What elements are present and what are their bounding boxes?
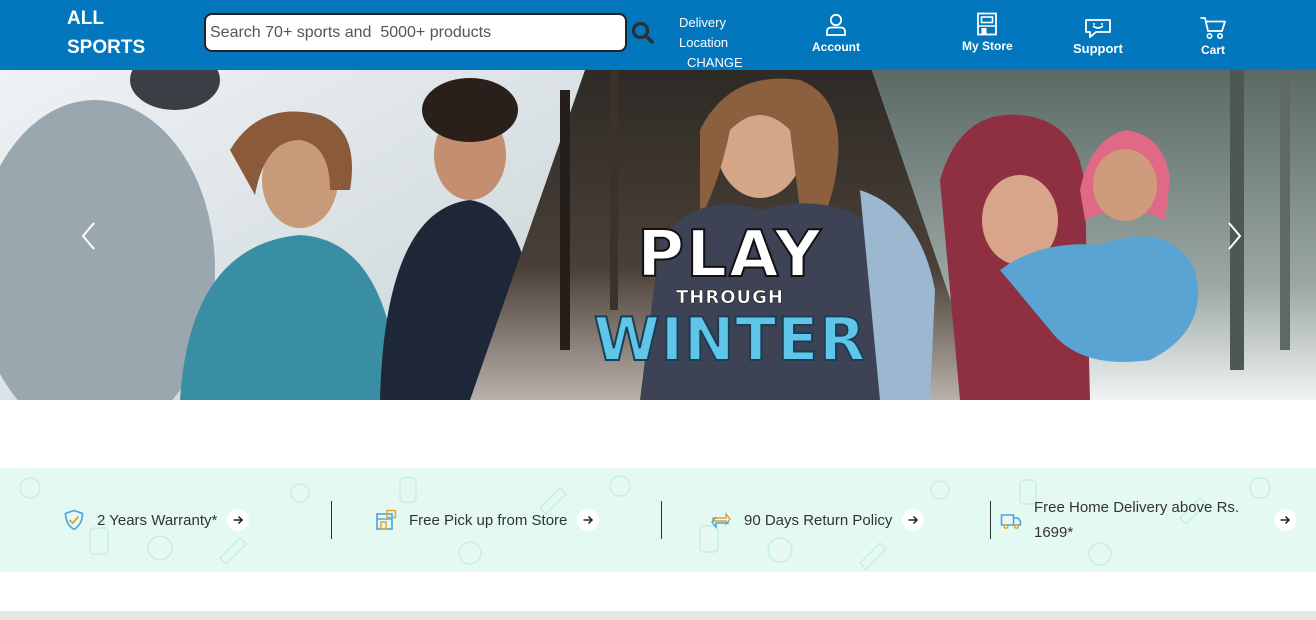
nav-support[interactable]: Support: [1073, 18, 1123, 56]
section-separator: [0, 611, 1316, 620]
feature-warranty[interactable]: 2 Years Warranty*: [63, 468, 250, 572]
nav-cart-label: Cart: [1200, 43, 1225, 57]
brand-line-2: SPORTS: [67, 37, 146, 58]
carousel-next-button[interactable]: [1222, 220, 1246, 252]
shield-check-icon: [64, 509, 84, 531]
feature-return-policy-arrow[interactable]: [902, 509, 925, 531]
delivery-truck-icon: [1000, 514, 1022, 529]
store-pickup-icon: [376, 509, 397, 530]
chevron-left-icon: [81, 222, 95, 250]
top-header: ALL SPORTS Delivery Location CHANGE Acco…: [0, 0, 1316, 70]
cart-icon: [1200, 17, 1226, 39]
feature-warranty-text: 2 Years Warranty*: [97, 511, 218, 529]
brand-line-1: ALL: [67, 8, 104, 29]
search-input[interactable]: [206, 15, 625, 50]
search-icon: [631, 21, 654, 44]
nav-support-label: Support: [1073, 41, 1123, 56]
search-button[interactable]: [630, 20, 656, 46]
arrow-right-icon: [908, 515, 919, 525]
feature-return-policy-text: 90 Days Return Policy: [744, 511, 893, 529]
return-icon: [711, 512, 731, 529]
nav-my-store[interactable]: My Store: [962, 12, 1013, 53]
feature-warranty-arrow[interactable]: [227, 509, 250, 531]
feature-store-pickup[interactable]: Free Pick up from Store: [375, 468, 600, 572]
hero-image: [0, 70, 1316, 400]
nav-cart[interactable]: Cart: [1199, 16, 1227, 57]
location-label: Location: [679, 35, 729, 50]
arrow-right-icon: [1280, 515, 1291, 525]
user-icon: [826, 13, 846, 36]
feature-home-delivery[interactable]: Free Home Delivery above Rs. 1699*: [1000, 468, 1296, 572]
feature-store-pickup-arrow[interactable]: [577, 509, 600, 531]
nav-account-label: Account: [812, 40, 860, 54]
feature-divider: [990, 501, 991, 539]
feature-return-policy[interactable]: 90 Days Return Policy: [710, 468, 925, 572]
feature-home-delivery-text: Free Home Delivery above Rs. 1699*: [1034, 499, 1240, 541]
delivery-label: Delivery: [679, 15, 726, 30]
delivery-location: Delivery Location CHANGE: [679, 13, 743, 73]
nav-account[interactable]: Account: [812, 12, 860, 54]
hero-banner[interactable]: PLAY THROUGH WINTER: [0, 70, 1316, 400]
chat-icon: [1085, 19, 1111, 38]
nav-my-store-label: My Store: [962, 39, 1013, 53]
chevron-right-icon: [1228, 222, 1242, 250]
search-box: [204, 13, 627, 52]
features-strip: 2 Years Warranty* Free Pick up from Stor…: [0, 468, 1316, 572]
store-icon: [977, 12, 998, 36]
feature-store-pickup-text: Free Pick up from Store: [409, 511, 568, 529]
brand-logo[interactable]: ALL SPORTS: [67, 4, 145, 62]
feature-home-delivery-arrow[interactable]: [1274, 509, 1296, 531]
feature-divider: [661, 501, 662, 539]
feature-divider: [331, 501, 332, 539]
carousel-prev-button[interactable]: [77, 220, 101, 252]
arrow-right-icon: [233, 515, 244, 525]
arrow-right-icon: [583, 515, 594, 525]
